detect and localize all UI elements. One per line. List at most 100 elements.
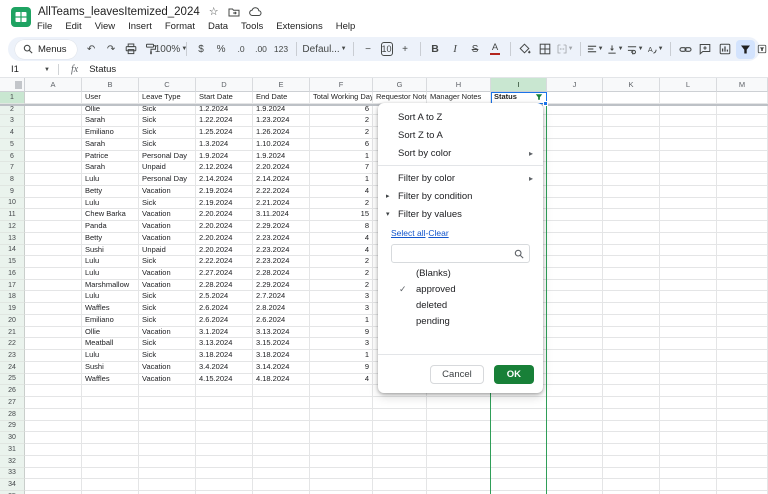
column-header-D[interactable]: D — [196, 78, 253, 92]
cell-I28[interactable] — [491, 408, 547, 421]
insert-comment-button[interactable] — [696, 40, 715, 59]
horizontal-align-button[interactable]: ▼ — [586, 40, 605, 59]
cell-J26[interactable] — [547, 385, 603, 398]
cell-F6[interactable]: 1 — [310, 150, 373, 163]
cell-C32[interactable] — [139, 455, 196, 468]
cell-K34[interactable] — [603, 479, 660, 491]
cell-C23[interactable]: Sick — [139, 350, 196, 362]
cell-L4[interactable] — [660, 127, 717, 139]
cell-A30[interactable] — [25, 432, 82, 445]
cell-J33[interactable] — [547, 467, 603, 480]
column-header-M[interactable]: M — [717, 78, 768, 92]
cell-A1[interactable] — [25, 92, 82, 104]
cell-F10[interactable]: 2 — [310, 197, 373, 210]
cell-B9[interactable]: Betty — [82, 185, 139, 198]
cell-B34[interactable] — [82, 479, 139, 491]
cell-D28[interactable] — [196, 408, 253, 421]
cell-E14[interactable]: 2.23.2024 — [253, 244, 310, 257]
sort-a-to-z-item[interactable]: Sort A to Z — [378, 108, 543, 126]
cell-A3[interactable] — [25, 115, 82, 128]
cell-G28[interactable] — [373, 408, 427, 421]
filter-views-button[interactable]: ▼ — [756, 40, 768, 59]
cell-M24[interactable] — [717, 361, 768, 374]
row-header-17[interactable]: 17 — [0, 279, 25, 292]
cell-J34[interactable] — [547, 479, 603, 491]
row-header-30[interactable]: 30 — [0, 432, 25, 445]
cell-H32[interactable] — [427, 455, 491, 468]
cell-A25[interactable] — [25, 373, 82, 386]
cell-A6[interactable] — [25, 150, 82, 163]
cell-J27[interactable] — [547, 397, 603, 409]
row-header-34[interactable]: 34 — [0, 479, 25, 491]
cell-L18[interactable] — [660, 291, 717, 304]
cell-H34[interactable] — [427, 479, 491, 491]
cell-E30[interactable] — [253, 432, 310, 445]
cell-D32[interactable] — [196, 455, 253, 468]
cell-D33[interactable] — [196, 467, 253, 480]
cell-G32[interactable] — [373, 455, 427, 468]
cell-E33[interactable] — [253, 467, 310, 480]
cell-L1[interactable] — [660, 92, 717, 104]
cell-C12[interactable]: Vacation — [139, 221, 196, 233]
cell-M4[interactable] — [717, 127, 768, 139]
cell-G1[interactable]: Requestor Notes — [373, 92, 427, 104]
row-header-20[interactable]: 20 — [0, 314, 25, 327]
menu-view[interactable]: View — [95, 21, 115, 32]
cell-H33[interactable] — [427, 467, 491, 480]
cell-D15[interactable]: 2.22.2024 — [196, 256, 253, 269]
cell-F25[interactable]: 4 — [310, 373, 373, 386]
cell-F26[interactable] — [310, 385, 373, 398]
move-folder-icon[interactable] — [228, 7, 240, 17]
cell-M14[interactable] — [717, 244, 768, 257]
row-header-31[interactable]: 31 — [0, 444, 25, 456]
row-header-13[interactable]: 13 — [0, 232, 25, 245]
cell-B17[interactable]: Marshmallow — [82, 279, 139, 292]
cell-L25[interactable] — [660, 373, 717, 386]
cell-L20[interactable] — [660, 314, 717, 327]
cell-L17[interactable] — [660, 279, 717, 292]
cell-L22[interactable] — [660, 338, 717, 351]
filter-value-approved[interactable]: ✓ approved — [378, 281, 543, 297]
filter-value-pending[interactable]: pending — [378, 313, 543, 329]
select-all-link[interactable]: Select all — [391, 228, 426, 238]
cell-K5[interactable] — [603, 138, 660, 151]
cell-B5[interactable]: Sarah — [82, 138, 139, 151]
cell-B4[interactable]: Emiliano — [82, 127, 139, 139]
filter-search-input[interactable] — [391, 244, 530, 263]
cell-D16[interactable]: 2.27.2024 — [196, 268, 253, 280]
cell-D17[interactable]: 2.28.2024 — [196, 279, 253, 292]
cell-L6[interactable] — [660, 150, 717, 163]
cell-D34[interactable] — [196, 479, 253, 491]
cell-M26[interactable] — [717, 385, 768, 398]
cell-K17[interactable] — [603, 279, 660, 292]
cell-C6[interactable]: Personal Day — [139, 150, 196, 163]
cell-E10[interactable]: 2.21.2024 — [253, 197, 310, 210]
cell-F18[interactable]: 3 — [310, 291, 373, 304]
italic-button[interactable]: I — [446, 40, 465, 59]
cell-D26[interactable] — [196, 385, 253, 398]
cell-B13[interactable]: Betty — [82, 232, 139, 245]
cell-I29[interactable] — [491, 420, 547, 433]
cell-D25[interactable]: 4.15.2024 — [196, 373, 253, 386]
cell-C3[interactable]: Sick — [139, 115, 196, 128]
cell-E24[interactable]: 3.14.2024 — [253, 361, 310, 374]
cell-J9[interactable] — [547, 185, 603, 198]
cell-C9[interactable]: Vacation — [139, 185, 196, 198]
cell-B32[interactable] — [82, 455, 139, 468]
cell-J23[interactable] — [547, 350, 603, 362]
cell-J6[interactable] — [547, 150, 603, 163]
cell-D19[interactable]: 2.6.2024 — [196, 303, 253, 315]
cell-A31[interactable] — [25, 444, 82, 456]
column-header-C[interactable]: C — [139, 78, 196, 92]
ok-button[interactable]: OK — [493, 365, 534, 384]
cell-C17[interactable]: Vacation — [139, 279, 196, 292]
cell-D31[interactable] — [196, 444, 253, 456]
cell-D13[interactable]: 2.20.2024 — [196, 232, 253, 245]
cell-E1[interactable]: End Date — [253, 92, 310, 104]
cell-J12[interactable] — [547, 221, 603, 233]
cell-J8[interactable] — [547, 174, 603, 186]
cell-A23[interactable] — [25, 350, 82, 362]
cell-L30[interactable] — [660, 432, 717, 445]
font-family-select[interactable]: Defaul... ▼ — [302, 40, 348, 59]
row-header-16[interactable]: 16 — [0, 268, 25, 280]
